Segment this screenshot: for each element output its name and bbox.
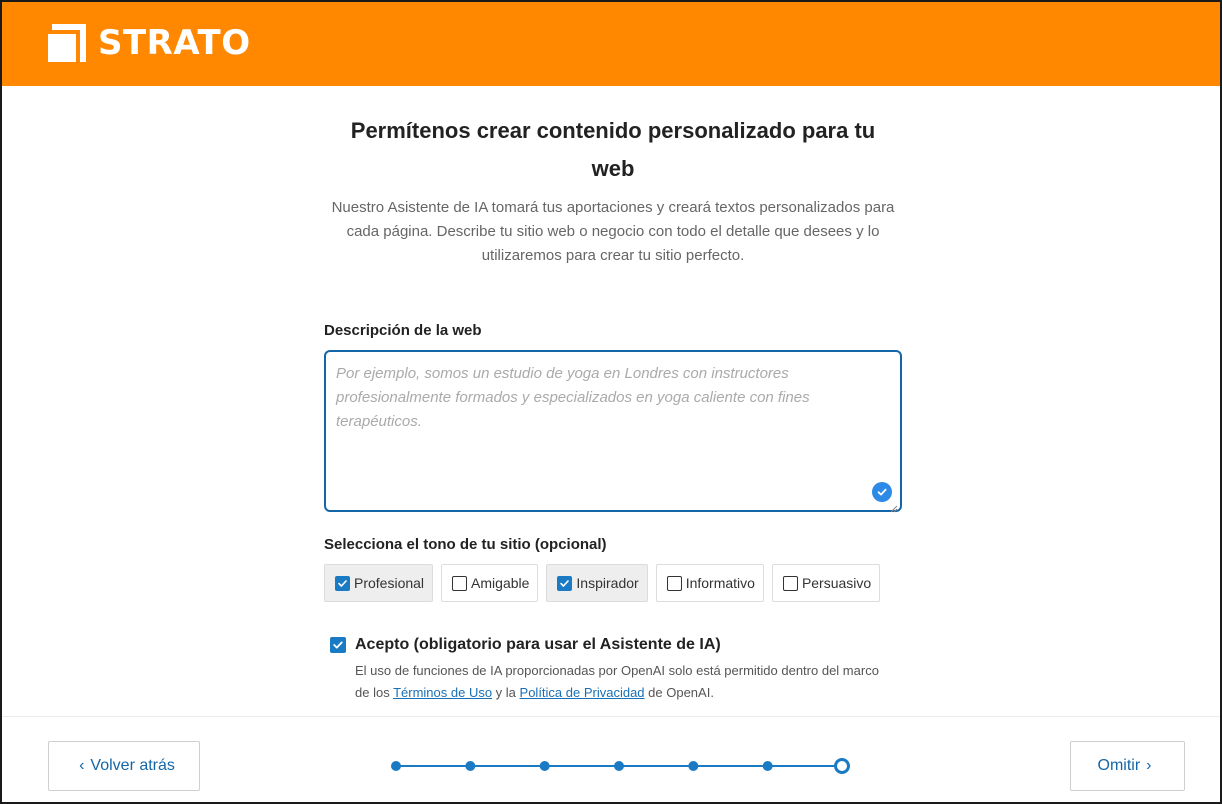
stepper-dot <box>539 761 550 771</box>
stepper-dot <box>688 761 699 771</box>
stepper-dot <box>762 761 773 771</box>
consent-label: Acepto (obligatorio para usar el Asisten… <box>355 636 721 653</box>
strato-logo[interactable]: STRATO <box>48 24 251 62</box>
description-label: Descripción de la web <box>324 322 482 339</box>
tone-option-informativo[interactable]: Informativo <box>655 564 764 602</box>
consent-note-text: y la <box>492 685 520 700</box>
page-subtitle: Nuestro Asistente de IA tomará tus aport… <box>331 199 895 264</box>
checkbox-checked-icon[interactable] <box>557 575 573 591</box>
strato-logo-icon <box>48 24 86 62</box>
checkbox-unchecked-icon[interactable] <box>452 575 468 591</box>
ai-consent: Acepto (obligatorio para usar el Asisten… <box>330 636 890 704</box>
tone-option-label: Profesional <box>354 575 425 591</box>
stepper-dot <box>465 761 476 771</box>
main-content: Permítenos crear contenido personalizado… <box>324 86 902 700</box>
chevron-left-icon: ‹ <box>79 757 85 774</box>
stepper-dot-current <box>834 758 850 774</box>
consent-note: El uso de funciones de IA proporcionadas… <box>355 660 890 704</box>
checkbox-unchecked-icon[interactable] <box>782 575 798 591</box>
tone-option-label: Persuasivo <box>801 575 872 591</box>
app-frame: STRATO Permítenos crear contenido person… <box>0 0 1222 804</box>
ai-consent-row[interactable]: Acepto (obligatorio para usar el Asisten… <box>330 636 890 654</box>
description-field-wrapper <box>324 350 902 513</box>
tone-option-profesional[interactable]: Profesional <box>324 564 434 602</box>
checkbox-unchecked-icon[interactable] <box>666 575 682 591</box>
terms-of-use-link[interactable]: Términos de Uso <box>393 685 492 700</box>
description-textarea[interactable] <box>326 352 900 510</box>
footer-bar: ‹ Volver atrás Omitir › <box>2 716 1220 802</box>
tone-option-persuasivo[interactable]: Persuasivo <box>771 564 881 602</box>
tone-option-label: Inspirador <box>576 575 639 591</box>
skip-button[interactable]: Omitir › <box>1070 741 1185 791</box>
stepper-dot <box>391 761 401 771</box>
back-button[interactable]: ‹ Volver atrás <box>48 741 200 791</box>
tone-option-label: Amigable <box>471 575 530 591</box>
back-button-label: Volver atrás <box>90 757 175 774</box>
validation-check-icon <box>872 482 892 502</box>
consent-checkbox-checked-icon[interactable] <box>330 637 346 653</box>
resize-handle-icon[interactable] <box>890 500 898 513</box>
tone-options: Profesional Amigable Inspirador Informat… <box>324 564 888 602</box>
page-title: Permítenos crear contenido personalizado… <box>350 118 876 181</box>
strato-logo-text: STRATO <box>98 23 251 63</box>
checkbox-checked-icon[interactable] <box>335 575 350 591</box>
chevron-right-icon: › <box>1146 757 1152 774</box>
tone-option-inspirador[interactable]: Inspirador <box>546 564 648 602</box>
consent-note-text: de OpenAI. <box>644 685 714 700</box>
skip-button-label: Omitir <box>1097 757 1141 774</box>
tone-option-label: Informativo <box>685 575 755 591</box>
tone-label: Selecciona el tono de tu sitio (opcional… <box>324 536 607 553</box>
progress-stepper <box>391 758 850 774</box>
header-bar: STRATO <box>2 2 1220 86</box>
privacy-policy-link[interactable]: Política de Privacidad <box>520 685 645 700</box>
tone-option-amigable[interactable]: Amigable <box>441 564 539 602</box>
stepper-dot <box>614 761 624 771</box>
